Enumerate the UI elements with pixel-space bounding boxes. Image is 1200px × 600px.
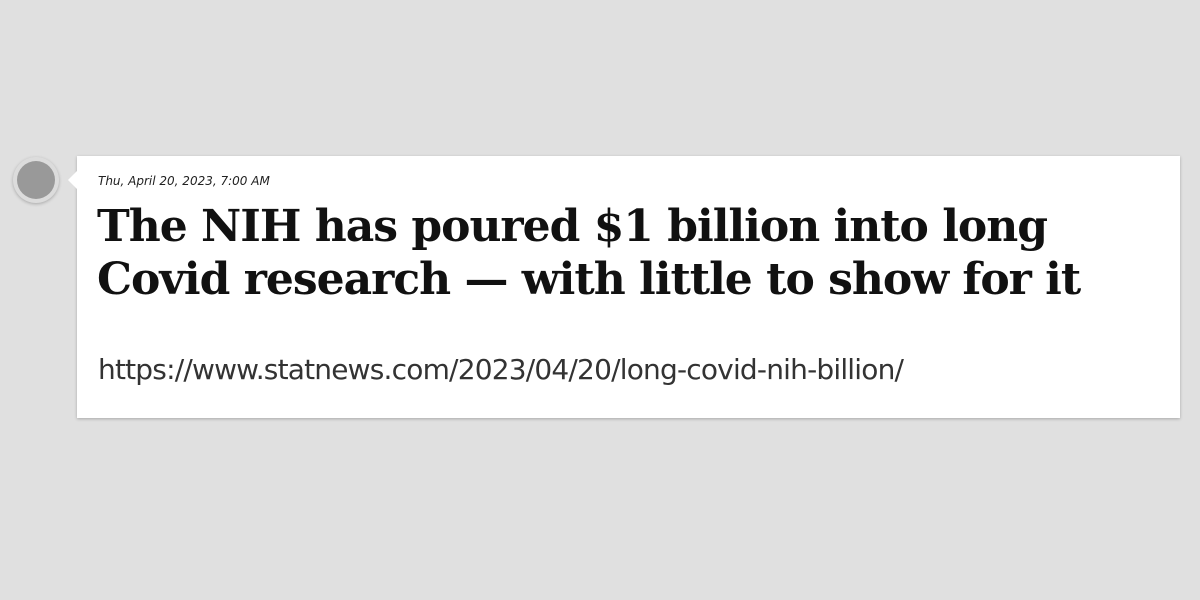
avatar[interactable] (13, 157, 59, 203)
post-headline: The NIH has poured $1 billion into long … (97, 201, 1081, 305)
post-link[interactable]: https://www.statnews.com/2023/04/20/long… (98, 353, 904, 386)
post-timestamp: Thu, April 20, 2023, 7:00 AM (98, 174, 270, 188)
post-card: Thu, April 20, 2023, 7:00 AM The NIH has… (68, 156, 1180, 418)
card-pointer (68, 171, 77, 189)
avatar-icon (17, 161, 55, 199)
